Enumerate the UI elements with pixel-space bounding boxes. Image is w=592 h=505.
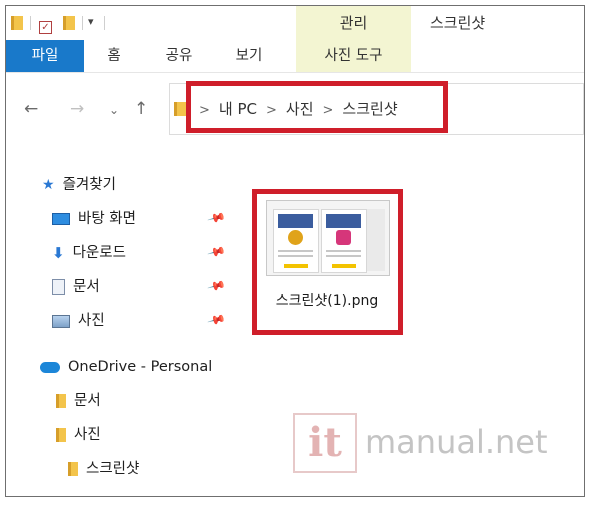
watermark-logo: it (293, 413, 357, 473)
folder-icon (56, 394, 66, 408)
tab-file[interactable]: 파일 (6, 40, 84, 72)
recent-locations-chevron-icon[interactable]: ⌄ (109, 103, 119, 117)
customize-toolbar-chevron-icon[interactable]: ▾ (88, 15, 94, 31)
star-icon: ★ (42, 177, 55, 193)
navigation-pane: ★ 즐겨찾기 바탕 화면 📌 ⬇ 다운로드 📌 문서 📌 사진 📌 OneDrive… (6, 144, 236, 496)
nav-item-label: 문서 (74, 393, 101, 409)
pin-icon[interactable]: 📌 (207, 208, 227, 228)
nav-item-downloads[interactable]: ⬇ 다운로드 (52, 242, 126, 264)
tab-home[interactable]: 홈 (94, 40, 134, 72)
nav-item-onedrive-pictures[interactable]: 사진 (56, 424, 101, 446)
nav-item-onedrive-screenshots[interactable]: 스크린샷 (68, 458, 139, 480)
back-arrow-icon[interactable]: ← (24, 99, 38, 119)
nav-item-label: 다운로드 (72, 245, 126, 261)
nav-item-label: 바탕 화면 (78, 211, 136, 227)
tab-view[interactable]: 보기 (224, 40, 274, 72)
file-highlight-box (252, 189, 403, 335)
nav-item-label: 즐겨찾기 (62, 177, 116, 193)
pictures-icon (52, 314, 70, 328)
folder-icon (68, 462, 78, 476)
download-icon: ⬇ (52, 244, 65, 262)
document-icon (52, 279, 65, 295)
pin-icon[interactable]: 📌 (207, 310, 227, 330)
nav-item-onedrive-documents[interactable]: 문서 (56, 390, 101, 412)
watermark-text: manual.net (365, 423, 548, 461)
nav-item-label: OneDrive - Personal (68, 359, 213, 375)
address-folder-icon (174, 102, 186, 116)
cloud-icon (40, 361, 60, 373)
desktop-icon (52, 213, 70, 225)
title-bar: ✓ ▾ 관리 스크린샷 (6, 6, 584, 40)
title-separator (104, 16, 105, 30)
manage-tab[interactable]: 관리 (296, 6, 411, 40)
nav-item-quick-access[interactable]: ★ 즐겨찾기 (42, 174, 116, 196)
tab-share[interactable]: 공유 (154, 40, 204, 72)
nav-item-onedrive[interactable]: OneDrive - Personal (40, 356, 212, 378)
nav-item-label: 사진 (78, 313, 105, 329)
pin-icon[interactable]: 📌 (207, 242, 227, 262)
new-folder-icon[interactable] (63, 15, 75, 31)
address-highlight-box (186, 81, 448, 133)
title-separator (82, 16, 83, 30)
nav-item-pictures[interactable]: 사진 (52, 310, 105, 332)
folder-icon (56, 428, 66, 442)
nav-item-documents[interactable]: 문서 (52, 276, 100, 298)
window-title: 스크린샷 (430, 14, 486, 32)
title-separator (30, 16, 31, 30)
quick-access-folder-icon[interactable] (11, 15, 23, 31)
up-arrow-icon[interactable]: ↑ (134, 99, 148, 119)
tab-picture-tools[interactable]: 사진 도구 (296, 40, 411, 72)
nav-item-label: 문서 (73, 279, 100, 295)
nav-item-desktop[interactable]: 바탕 화면 (52, 208, 136, 230)
ribbon-tabs: 파일 홈 공유 보기 사진 도구 (6, 40, 584, 72)
properties-check-icon[interactable]: ✓ (39, 15, 52, 34)
nav-item-label: 사진 (74, 427, 101, 443)
pin-icon[interactable]: 📌 (207, 276, 227, 296)
nav-item-label: 스크린샷 (86, 461, 140, 477)
forward-arrow-icon[interactable]: → (70, 99, 84, 119)
